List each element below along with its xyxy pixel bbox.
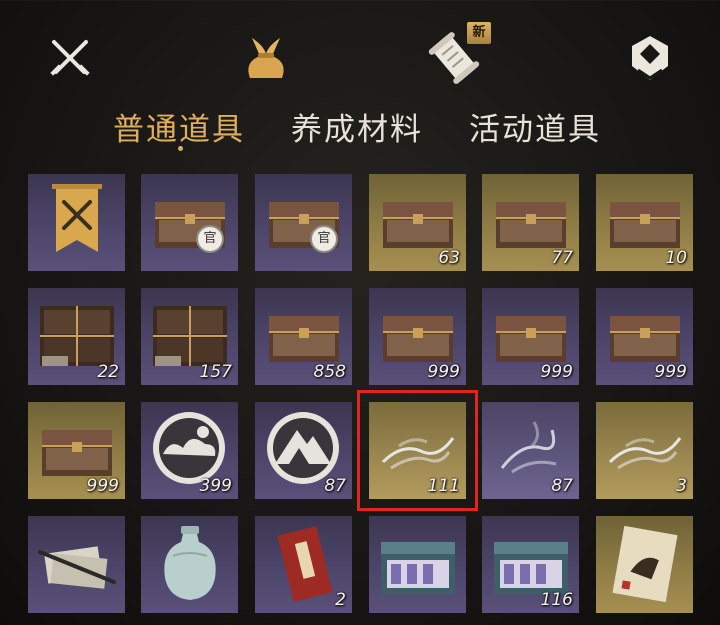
item-count: 22 [97, 362, 119, 382]
badge-icon [632, 36, 668, 80]
official-mark-badge: 官 [196, 225, 224, 253]
bag-icon [248, 38, 284, 78]
chest-icon [155, 202, 225, 248]
item-count: 999 [540, 362, 573, 382]
item-slot-red-booklet[interactable]: 2 [255, 516, 352, 613]
item-slot-official-chest[interactable]: 官 [255, 174, 352, 271]
item-count: 2 [335, 590, 346, 610]
banner-icon [52, 184, 102, 252]
item-count: 116 [540, 590, 573, 610]
nav-badge-button[interactable] [622, 30, 678, 86]
category-tabs: 普通道具 养成材料 活动道具 [0, 104, 720, 154]
item-count: 399 [199, 476, 232, 496]
item-slot-official-chest[interactable]: 官 [141, 174, 238, 271]
tab-common-items[interactable]: 普通道具 [113, 104, 245, 149]
nav-weapons-button[interactable] [42, 30, 98, 86]
item-count: 999 [654, 362, 687, 382]
item-slot-ornate-chest[interactable]: 999 [482, 288, 579, 385]
tab-event-items[interactable]: 活动道具 [469, 104, 601, 149]
painting-icon [612, 525, 678, 603]
active-tab-indicator [178, 146, 183, 151]
item-slot-cloud-emblem[interactable]: 399 [141, 402, 238, 499]
item-slot-jade-chest[interactable]: 77 [482, 174, 579, 271]
item-count: 63 [438, 248, 460, 268]
tab-growth-materials[interactable]: 养成材料 [291, 104, 423, 149]
item-slot-mist-essence[interactable]: 111 [369, 402, 466, 499]
top-nav-bar: 新 [0, 0, 720, 100]
item-slot-mountain-emblem[interactable]: 87 [255, 402, 352, 499]
item-count: 858 [313, 362, 346, 382]
item-slot-brush-and-paper[interactable] [28, 516, 125, 613]
new-badge: 新 [467, 22, 491, 44]
item-slot-ornate-chest[interactable]: 858 [255, 288, 352, 385]
item-count: 3 [676, 476, 687, 496]
item-count: 87 [551, 476, 573, 496]
item-slot-golden-mist[interactable]: 3 [596, 402, 693, 499]
item-slot-banner-item[interactable] [28, 174, 125, 271]
crossed-swords-icon [50, 40, 90, 76]
item-count: 157 [199, 362, 232, 382]
item-slot-wooden-cabinet[interactable]: 22 [28, 288, 125, 385]
chest-icon [269, 202, 339, 248]
item-slot-ornate-chest[interactable]: 999 [369, 288, 466, 385]
brush-icon [38, 546, 116, 589]
item-count: 77 [551, 248, 573, 268]
gift-box-icon [381, 542, 455, 594]
item-count: 999 [86, 476, 119, 496]
item-slot-shell-chest[interactable]: 63 [369, 174, 466, 271]
item-count: 10 [665, 248, 687, 268]
vase-icon [164, 526, 216, 600]
item-slot-horse-painting[interactable] [596, 516, 693, 613]
item-slot-fabric-box[interactable] [369, 516, 466, 613]
item-slot-armor-chest[interactable]: 10 [596, 174, 693, 271]
item-slot-celadon-vase[interactable] [141, 516, 238, 613]
item-slot-ornate-chest[interactable]: 999 [596, 288, 693, 385]
nav-bag-button[interactable] [238, 30, 294, 86]
item-slot-wooden-cabinet[interactable]: 157 [141, 288, 238, 385]
item-slot-pastry-box[interactable]: 116 [482, 516, 579, 613]
item-slot-spirit-wisp[interactable]: 87 [482, 402, 579, 499]
item-count: 999 [427, 362, 460, 382]
item-count: 111 [427, 476, 460, 496]
item-slot-ornate-chest[interactable]: 999 [28, 402, 125, 499]
official-mark-badge: 官 [310, 225, 338, 253]
item-count: 87 [324, 476, 346, 496]
